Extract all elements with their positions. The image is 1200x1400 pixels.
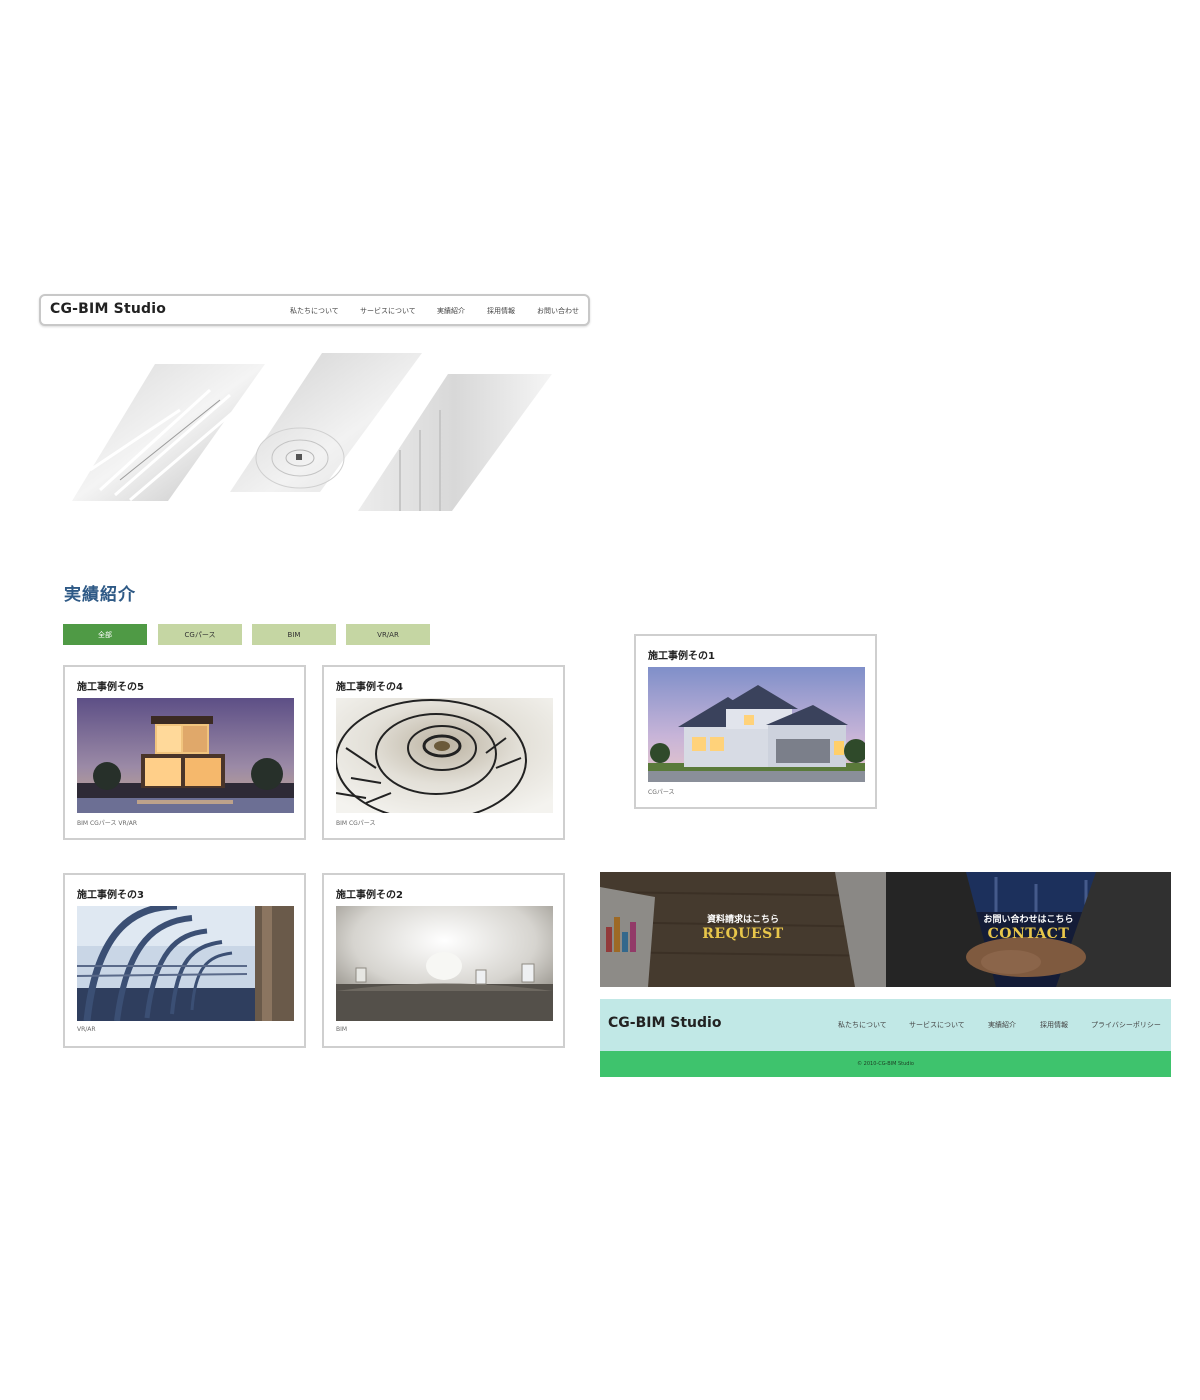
- nav-services[interactable]: サービスについて: [360, 306, 416, 316]
- site-logo[interactable]: CG-BIM Studio: [50, 301, 166, 317]
- work-card-title: 施工事例その2: [336, 890, 403, 901]
- nav-contact[interactable]: お問い合わせ: [537, 306, 579, 316]
- request-banner-label: REQUEST: [702, 926, 784, 942]
- work-card-title: 施工事例その4: [336, 682, 403, 693]
- work-card-1[interactable]: 施工事例その1 CGパース: [634, 634, 877, 809]
- filter-tab-all[interactable]: 全部: [63, 624, 147, 645]
- nav-recruit[interactable]: 採用情報: [487, 306, 515, 316]
- contact-banner-label: CONTACT: [987, 926, 1070, 942]
- hero-panel-1: [72, 364, 265, 501]
- site-footer: CG-BIM Studio 私たちについて サービスについて 実績紹介 採用情報…: [600, 999, 1171, 1051]
- copyright: © 2010-CG-BIM Studio: [600, 1051, 1171, 1077]
- nav-works[interactable]: 実績紹介: [437, 306, 465, 316]
- work-card-title: 施工事例その5: [77, 682, 144, 693]
- footer-nav-privacy[interactable]: プライバシーポリシー: [1091, 1020, 1161, 1030]
- filter-tab-cg[interactable]: CGパース: [158, 624, 242, 645]
- work-card-tags: CGパース: [648, 789, 675, 796]
- work-card-image: [77, 698, 294, 813]
- work-card-image: [336, 698, 553, 813]
- footer-nav-services[interactable]: サービスについて: [909, 1020, 965, 1030]
- site-header: CG-BIM Studio 私たちについて サービスについて 実績紹介 採用情報…: [39, 294, 590, 326]
- request-banner-caption: 資料請求はこちら: [706, 915, 779, 925]
- work-card-title: 施工事例その3: [77, 890, 144, 901]
- work-card-2[interactable]: 施工事例その2 BIM: [322, 873, 565, 1048]
- contact-banner-caption: お問い合わせはこちら: [983, 915, 1074, 925]
- footer-nav-works[interactable]: 実績紹介: [988, 1020, 1016, 1030]
- request-banner[interactable]: 資料請求はこちら REQUEST: [600, 872, 886, 987]
- work-card-tags: BIM CGパース VR/AR: [77, 820, 137, 827]
- work-card-tags: BIM CGパース: [336, 820, 376, 827]
- footer-nav-recruit[interactable]: 採用情報: [1040, 1020, 1068, 1030]
- section-title: 実績紹介: [64, 585, 136, 605]
- work-card-image: [336, 906, 553, 1021]
- work-card-tags: VR/AR: [77, 1026, 96, 1033]
- footer-logo[interactable]: CG-BIM Studio: [608, 1015, 721, 1031]
- footer-nav-about[interactable]: 私たちについて: [838, 1020, 887, 1030]
- work-card-4[interactable]: 施工事例その4 BIM CGパース: [322, 665, 565, 840]
- nav-about[interactable]: 私たちについて: [290, 306, 339, 316]
- work-card-title: 施工事例その1: [648, 651, 715, 662]
- hero-image: [60, 350, 560, 515]
- filter-tab-bim[interactable]: BIM: [252, 624, 336, 645]
- contact-banner[interactable]: お問い合わせはこちら CONTACT: [886, 872, 1171, 987]
- work-card-image: [77, 906, 294, 1021]
- work-card-tags: BIM: [336, 1026, 348, 1033]
- work-card-image: [648, 667, 865, 782]
- filter-tab-vrar[interactable]: VR/AR: [346, 624, 430, 645]
- work-card-3[interactable]: 施工事例その3 VR/AR: [63, 873, 306, 1048]
- work-card-5[interactable]: 施工事例その5 BIM CGパース VR/AR: [63, 665, 306, 840]
